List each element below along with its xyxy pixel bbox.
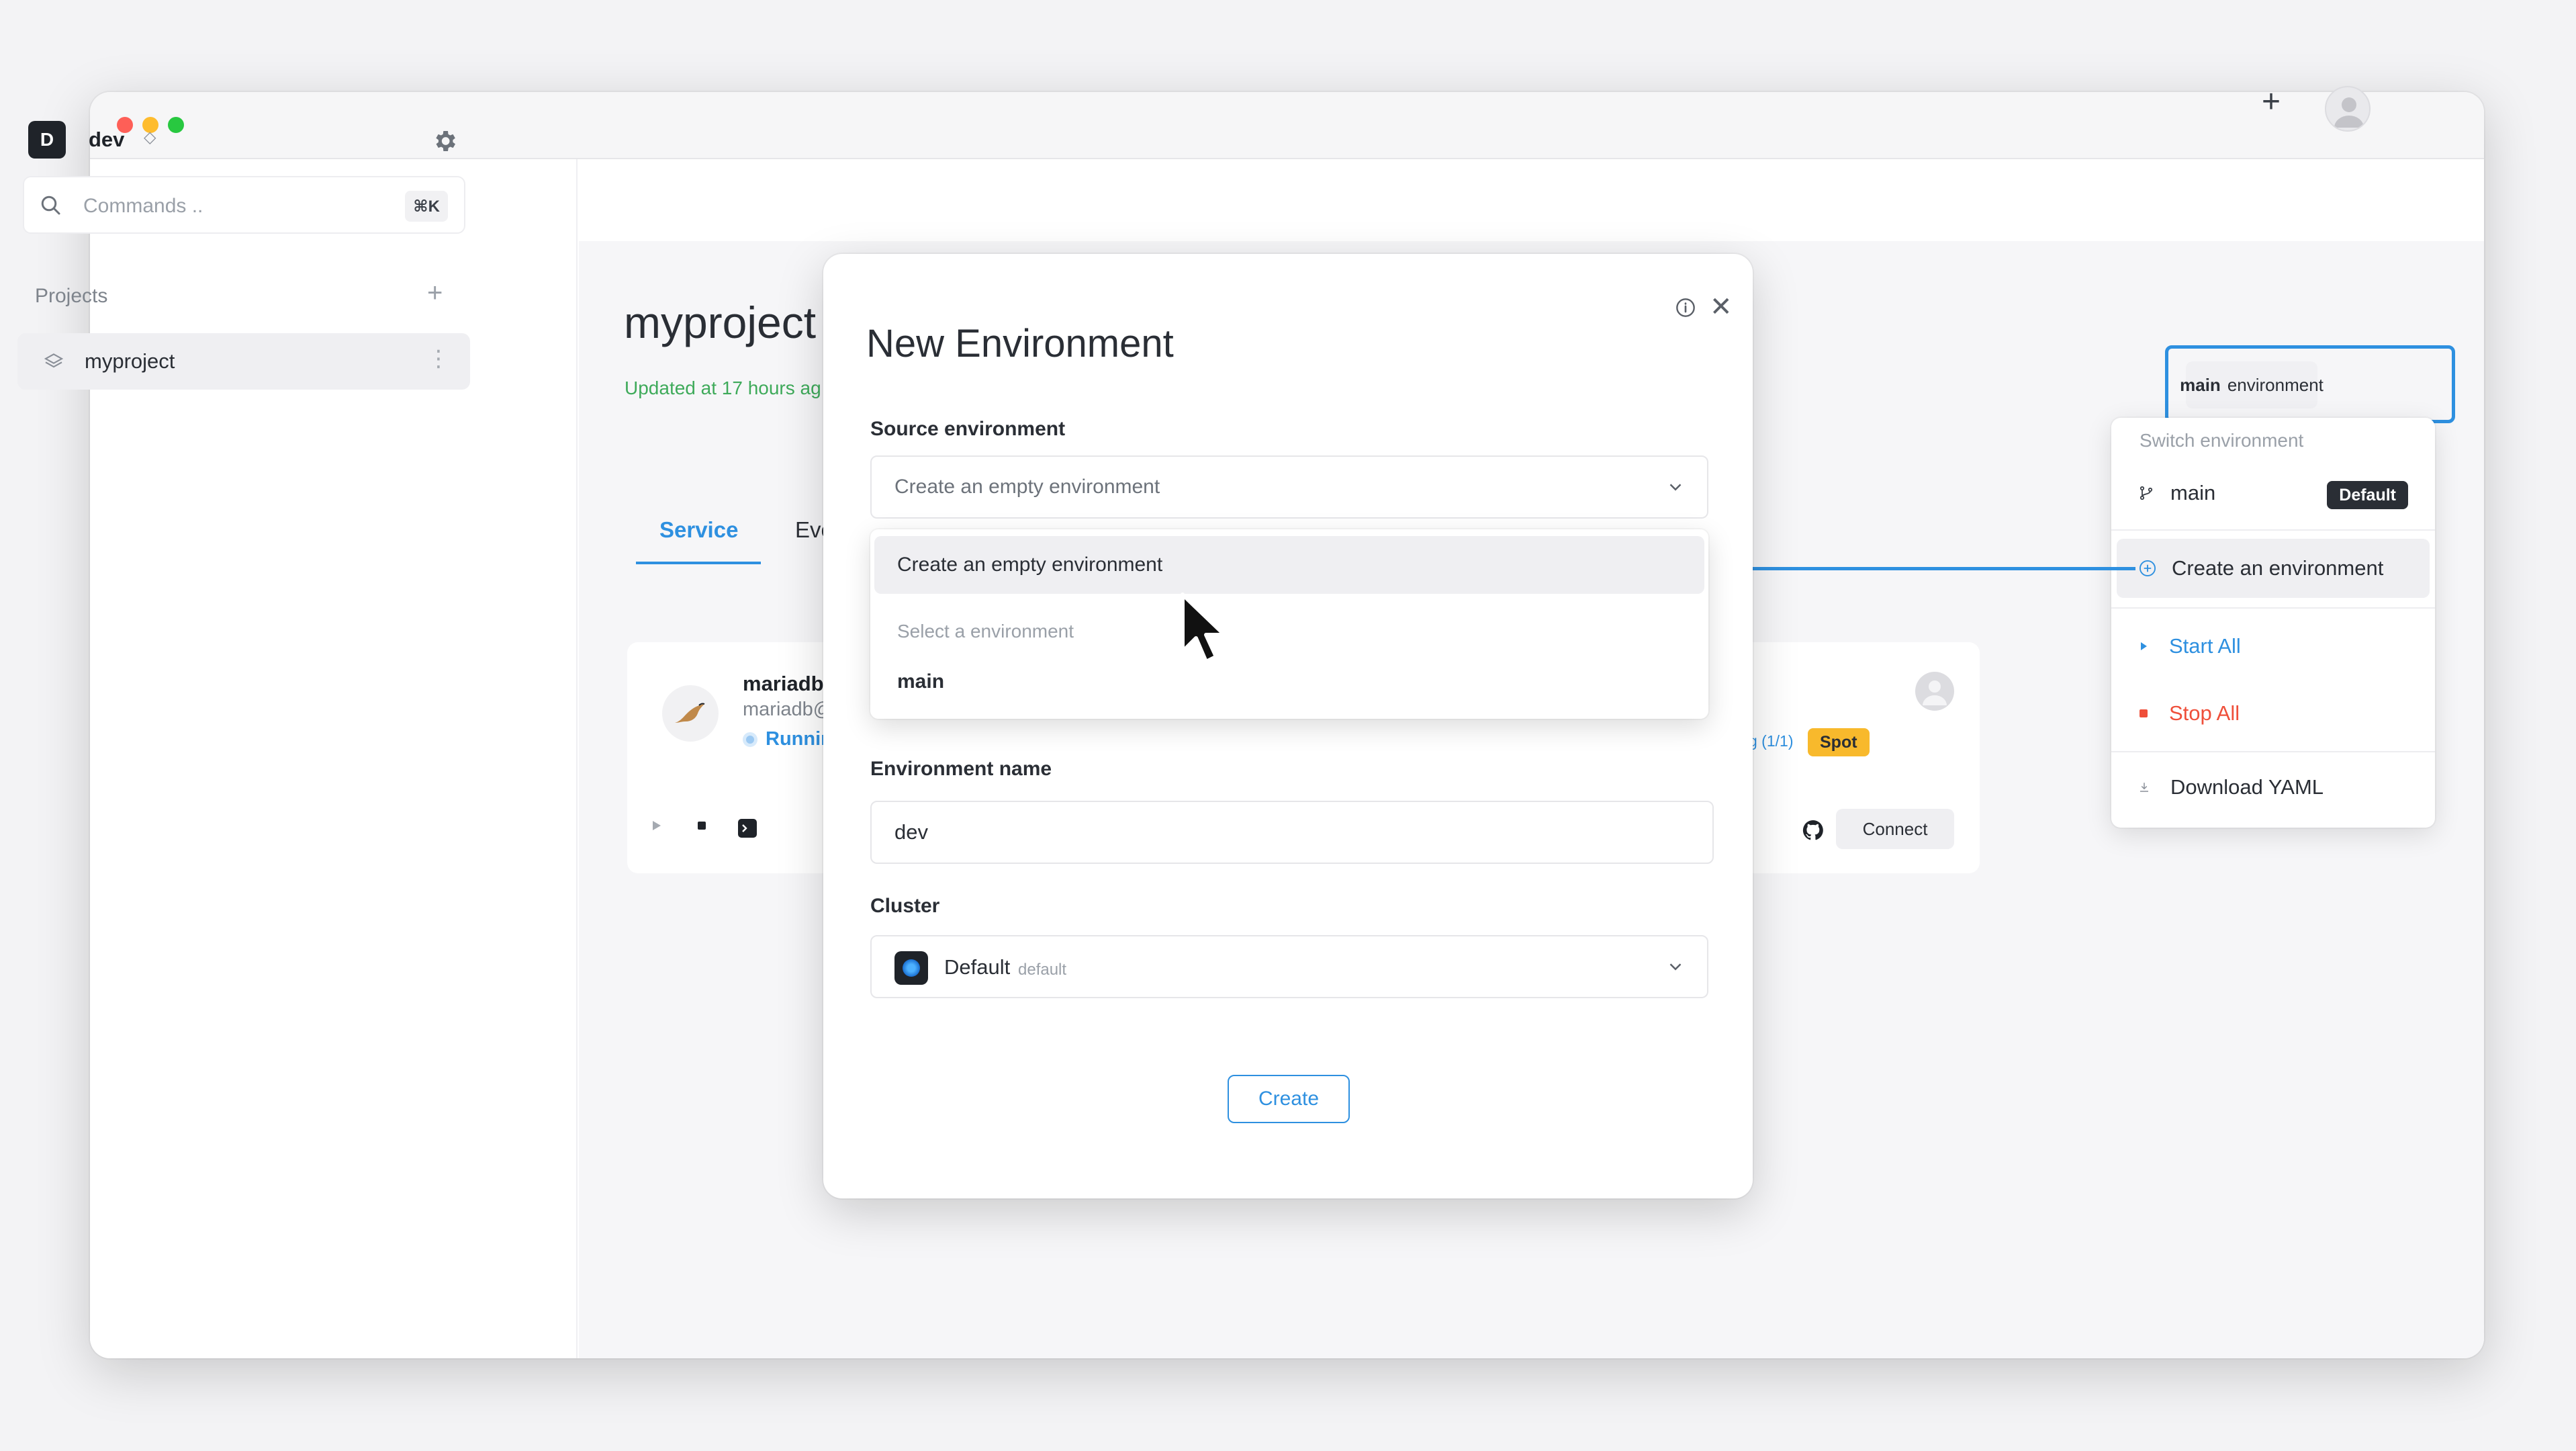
replica-count: g (1/1) — [1749, 732, 1794, 750]
spot-badge: Spot — [1808, 728, 1870, 756]
connect-button[interactable]: Connect — [1836, 809, 1954, 849]
status-indicator-icon — [743, 732, 757, 747]
dialog-title: New Environment — [866, 322, 1174, 365]
play-icon — [2141, 642, 2147, 650]
updated-timestamp: Updated at 17 hours ag — [625, 378, 821, 398]
download-icon — [2140, 783, 2148, 792]
service-host: mariadb@ — [743, 699, 833, 720]
stop-icon[interactable] — [694, 818, 709, 833]
menu-divider — [2111, 529, 2435, 531]
env-button-name: main — [2180, 374, 2221, 395]
dropdown-group-label: Select a environment — [897, 621, 1074, 642]
cluster-label: Cluster — [870, 895, 940, 917]
projects-heading: Projects — [35, 285, 108, 307]
branch-icon — [2140, 486, 2153, 500]
maximize-window-button[interactable] — [168, 117, 184, 133]
menu-divider — [2111, 607, 2435, 609]
menu-item-download-yaml[interactable]: Download YAML — [2138, 775, 2324, 799]
default-badge: Default — [2327, 481, 2408, 509]
cluster-icon — [894, 951, 928, 985]
menu-item-stop-all[interactable]: Stop All — [2138, 701, 2240, 726]
workspace-name[interactable]: dev — [89, 128, 124, 152]
source-environment-select[interactable]: Create an empty environment — [870, 455, 1708, 519]
cluster-select[interactable]: Default default — [870, 935, 1708, 998]
sidebar-item-myproject[interactable]: myproject ⋮ — [17, 333, 470, 390]
workspace-avatar[interactable]: D — [28, 121, 66, 159]
info-icon[interactable] — [1675, 297, 1696, 318]
menu-item-create-environment[interactable]: Create an environment — [2117, 539, 2430, 598]
cluster-subtitle: default — [1018, 961, 1067, 979]
create-button[interactable]: Create — [1228, 1075, 1350, 1123]
mariadb-logo-icon — [662, 685, 719, 742]
environment-menu: Switch environment main Default Create a… — [2111, 418, 2435, 828]
sidebar-item-label: myproject — [85, 349, 175, 373]
option-main[interactable]: main — [897, 670, 944, 693]
plus-circle-icon — [2139, 560, 2156, 577]
status-badge: Runnir — [766, 728, 829, 750]
env-button-suffix: environment — [2227, 374, 2324, 395]
cluster-name: Default — [944, 955, 1011, 979]
github-icon[interactable] — [1801, 818, 1825, 842]
menu-item-main-label: main — [2170, 481, 2216, 504]
terminal-icon[interactable] — [737, 818, 757, 838]
play-icon[interactable] — [649, 818, 663, 833]
menu-divider — [2111, 751, 2435, 752]
source-environment-label: Source environment — [870, 418, 1066, 440]
tab-service[interactable]: Service — [659, 517, 738, 543]
source-environment-dropdown: Create an empty environment Select a env… — [870, 529, 1708, 719]
user-avatar[interactable] — [2325, 86, 2371, 132]
close-icon[interactable]: ✕ — [1710, 292, 1733, 322]
service-user-avatar — [1915, 672, 1954, 711]
layers-icon — [44, 353, 64, 368]
service-name: mariadb — [743, 672, 824, 695]
menu-item-yaml-label: Download YAML — [2170, 775, 2324, 799]
menu-item-create-label: Create an environment — [2172, 556, 2384, 580]
switch-environment-label: Switch environment — [2140, 430, 2304, 451]
workspace-switch-icon[interactable]: ◇ — [144, 128, 156, 147]
chevron-down-icon — [1669, 484, 1682, 491]
user-icon — [1923, 680, 1947, 705]
search-placeholder: Commands .. — [83, 195, 203, 217]
add-project-button[interactable]: + — [427, 278, 443, 308]
option-empty-label: Create an empty environment — [897, 554, 1163, 576]
environment-name-input[interactable] — [870, 801, 1714, 864]
more-options-icon[interactable]: ⋮ — [427, 345, 450, 372]
stop-icon — [2140, 709, 2148, 717]
page-title: myproject — [624, 298, 817, 347]
shortcut-hint: ⌘K — [405, 191, 448, 222]
active-tab-indicator — [636, 562, 761, 564]
gear-icon[interactable] — [431, 128, 458, 155]
command-search[interactable]: Commands .. ⌘K — [23, 176, 465, 234]
option-empty-environment[interactable]: Create an empty environment — [874, 536, 1704, 594]
new-environment-dialog: New Environment ✕ Source environment Cre… — [823, 254, 1753, 1198]
menu-item-start-all[interactable]: Start All — [2138, 634, 2241, 658]
menu-item-main[interactable]: main — [2138, 481, 2215, 505]
add-button[interactable]: + — [2262, 83, 2281, 120]
environment-name-label: Environment name — [870, 758, 1052, 780]
menu-item-start-label: Start All — [2169, 634, 2241, 658]
mouse-cursor-icon — [1181, 592, 1227, 664]
source-environment-value: Create an empty environment — [894, 476, 1160, 498]
menu-item-stop-label: Stop All — [2169, 701, 2240, 725]
search-icon — [41, 195, 60, 215]
environment-switch-button[interactable]: main environment — [2180, 361, 2324, 408]
chevron-down-icon — [1669, 963, 1682, 971]
